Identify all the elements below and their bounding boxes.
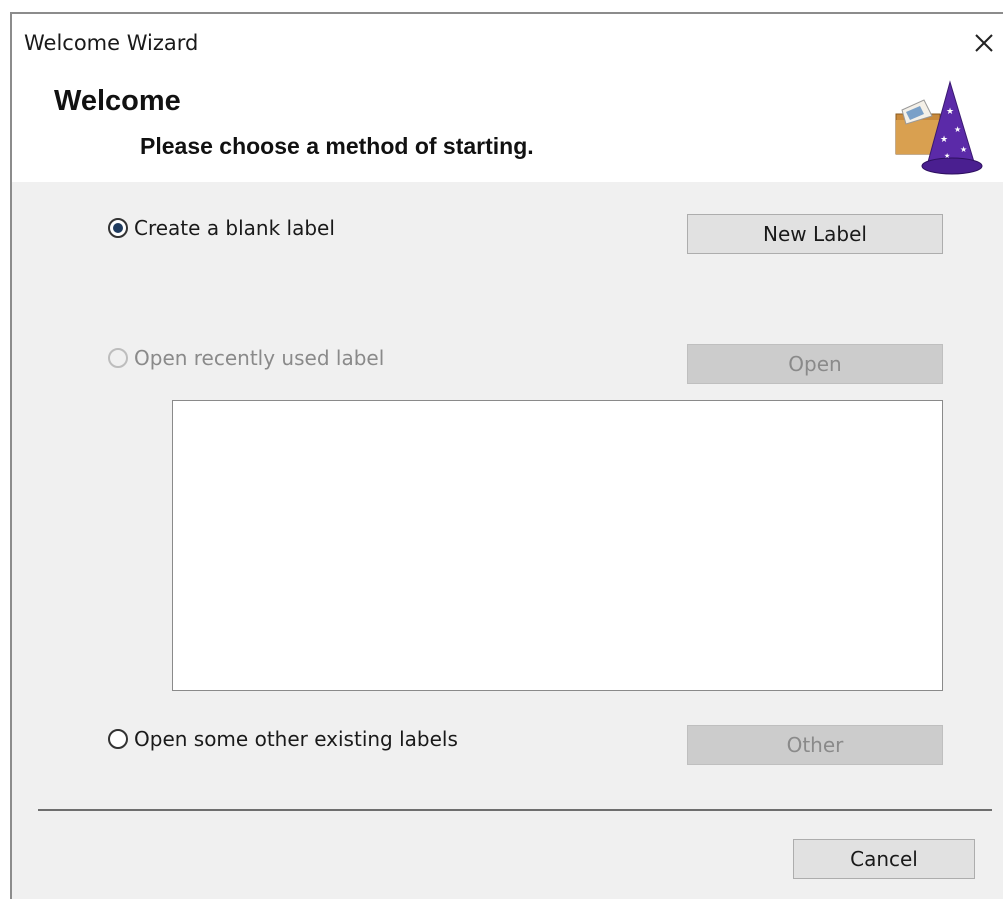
svg-text:★: ★ (960, 145, 967, 154)
radio-open-other[interactable] (108, 729, 128, 749)
wizard-hat-icon: ★ ★ ★ ★ ★ (895, 80, 983, 175)
svg-text:★: ★ (946, 107, 954, 117)
option-label-open-other: Open some other existing labels (134, 727, 458, 751)
option-create-blank-label[interactable]: Create a blank label (108, 216, 335, 240)
close-button[interactable] (967, 26, 1001, 60)
open-button[interactable]: Open (687, 344, 943, 384)
svg-text:★: ★ (940, 135, 948, 145)
radio-open-recent[interactable] (108, 348, 128, 368)
recent-labels-list[interactable] (172, 400, 943, 691)
option-label-create-blank: Create a blank label (134, 216, 335, 240)
welcome-wizard-dialog: Welcome Wizard Welcome Please choose a m… (10, 12, 1003, 899)
option-open-other-labels[interactable]: Open some other existing labels (108, 727, 458, 751)
cancel-button[interactable]: Cancel (793, 839, 975, 879)
svg-text:★: ★ (944, 152, 950, 160)
page-title: Welcome (54, 85, 181, 117)
title-bar: Welcome Wizard (12, 14, 1003, 70)
close-icon (975, 34, 993, 52)
option-label-open-recent: Open recently used label (134, 346, 385, 370)
top-strip (0, 0, 1003, 12)
footer-divider (38, 809, 992, 811)
wizard-header: Welcome Please choose a method of starti… (12, 70, 1003, 182)
radio-create-blank[interactable] (108, 218, 128, 238)
other-button[interactable]: Other (687, 725, 943, 765)
option-open-recent-label[interactable]: Open recently used label (108, 346, 384, 370)
new-label-button[interactable]: New Label (687, 214, 943, 254)
page-subtitle: Please choose a method of starting. (140, 133, 534, 159)
window-title: Welcome Wizard (24, 31, 199, 55)
svg-text:★: ★ (954, 125, 961, 134)
